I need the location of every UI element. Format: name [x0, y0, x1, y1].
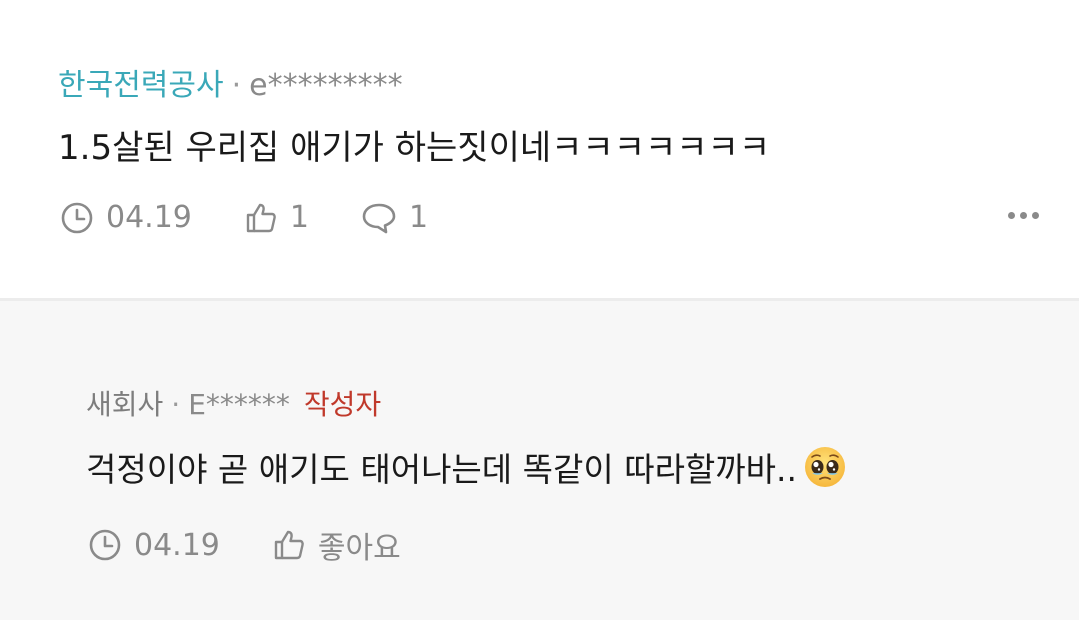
reply-count: 1 — [408, 200, 429, 235]
reply-date: 04.19 — [88, 528, 220, 563]
comment-meta: 한국전력공사 · e********* — [58, 60, 403, 104]
comment-item: 한국전력공사 · e********* 1.5살된 우리집 애기가 하는짓이네ㅋ… — [0, 0, 1079, 298]
comment-date: 04.19 — [60, 200, 192, 235]
pleading-face-emoji — [805, 447, 845, 487]
thumbs-up-icon — [274, 530, 304, 560]
company-name[interactable]: 새회사 — [86, 383, 163, 423]
reply-item: 새회사 · E****** 작성자 걱정이야 곧 애기도 태어나는데 똑같이 따… — [0, 301, 1079, 620]
more-dots-icon — [1008, 212, 1015, 219]
date-label: 04.19 — [134, 527, 220, 563]
reply-actions: 04.19 좋아요 — [88, 523, 401, 567]
meta-separator: · — [171, 388, 181, 421]
like-button[interactable]: 1 — [244, 200, 309, 235]
meta-separator: · — [231, 68, 242, 103]
more-options-button[interactable] — [1008, 212, 1039, 219]
company-name[interactable]: 한국전력공사 — [58, 60, 224, 104]
like-count: 1 — [289, 200, 309, 235]
clock-icon — [89, 529, 121, 561]
comment-text: 1.5살된 우리집 애기가 하는짓이네ㅋㅋㅋㅋㅋㅋㅋ — [58, 128, 771, 168]
reply-button[interactable]: 1 — [361, 200, 428, 235]
date-label: 04.19 — [106, 200, 192, 235]
speech-bubble-icon — [362, 203, 396, 233]
thumbs-up-icon — [246, 203, 276, 232]
clock-icon — [61, 202, 93, 233]
reply-meta: 새회사 · E****** 작성자 — [86, 383, 381, 423]
reply-text: 걱정이야 곧 애기도 태어나는데 똑같이 따라할까바.. — [86, 450, 797, 489]
like-button[interactable]: 좋아요 — [272, 523, 401, 567]
like-label: 좋아요 — [317, 531, 401, 566]
comment-actions: 04.19 1 1 — [60, 200, 428, 235]
reply-text-row: 걱정이야 곧 애기도 태어나는데 똑같이 따라할까바.. — [86, 443, 847, 491]
author-badge: 작성자 — [303, 388, 382, 421]
user-id: e********* — [249, 68, 403, 103]
user-id: E****** — [188, 388, 290, 421]
